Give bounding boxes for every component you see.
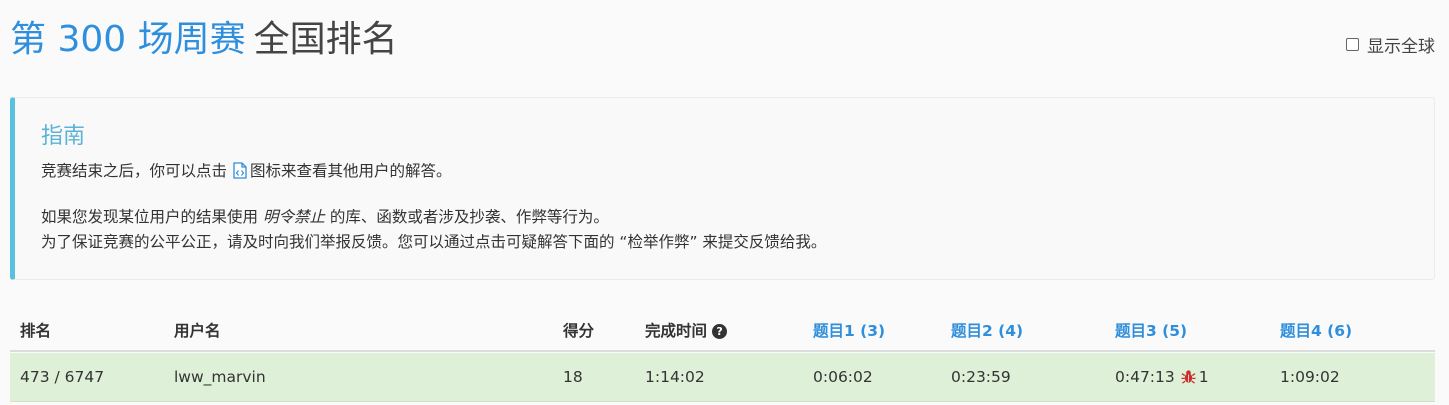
header-score: 得分: [563, 322, 595, 340]
header-rank: 排名: [20, 322, 52, 340]
guide-line-2-after: 的库、函数或者涉及抄袭、作弊等行为。: [329, 208, 609, 226]
row-question-4-time[interactable]: 1:09:02: [1280, 368, 1340, 386]
guide-line-1-before: 竞赛结束之后，你可以点击: [41, 162, 228, 180]
row-question-3: 0:47:13 1: [1115, 368, 1209, 388]
header-finish-time-label: 完成时间: [645, 322, 708, 340]
guide-line-2-before: 如果您发现某位用户的结果使用: [41, 208, 259, 226]
guide-title: 指南: [41, 124, 86, 149]
header-question-2[interactable]: 题目2 (4): [951, 319, 1023, 341]
header-question-3[interactable]: 题目3 (5): [1115, 319, 1187, 341]
guide-line-3: 为了保证竞赛的公平公正，请及时向我们举报反馈。您可以通过点击可疑解答下面的 “检…: [41, 233, 827, 251]
guide-line-2-emphasis: 明令禁止: [262, 208, 325, 226]
page-title: 第 300 场周赛 全国排名: [10, 18, 398, 62]
row-question-1-time[interactable]: 0:06:02: [813, 368, 873, 386]
show-global-checkbox[interactable]: [1346, 38, 1359, 51]
show-global-label: 显示全球: [1367, 37, 1435, 57]
row-username[interactable]: lww_marvin: [174, 368, 266, 386]
header-question-1[interactable]: 题目1 (3): [813, 319, 885, 341]
header-finish-time: 完成时间?: [645, 319, 728, 341]
guide-panel: 指南 竞赛结束之后，你可以点击 图标来查看其他用户的解答。 如果您发现某位用户的结…: [10, 97, 1435, 280]
help-icon[interactable]: ?: [712, 324, 728, 339]
show-global-toggle[interactable]: 显示全球: [1346, 32, 1435, 57]
header-username: 用户名: [174, 322, 221, 340]
guide-line-1-after: 图标来查看其他用户的解答。: [250, 162, 452, 180]
row-question-3-bug-count: 1: [1198, 368, 1209, 386]
page-subtitle: 全国排名: [253, 19, 398, 60]
row-rank: 473 / 6747: [20, 368, 105, 386]
row-question-3-time[interactable]: 0:47:13: [1115, 368, 1175, 386]
guide-line-1: 竞赛结束之后，你可以点击 图标来查看其他用户的解答。: [41, 160, 452, 185]
row-score: 18: [563, 368, 583, 386]
ranking-table-header: 排名 用户名 得分 完成时间? 题目1 (3) 题目2 (4) 题目3 (5) …: [10, 308, 1435, 352]
table-row: 473 / 6747 lww_marvin 18 1:14:02 0:06:02…: [10, 353, 1435, 402]
row-finish-time: 1:14:02: [645, 368, 705, 386]
bug-icon: [1181, 369, 1196, 388]
code-icon: [233, 162, 247, 185]
row-question-2-time[interactable]: 0:23:59: [951, 368, 1011, 386]
header-question-4[interactable]: 题目4 (6): [1280, 319, 1352, 341]
contest-title-link[interactable]: 第 300 场周赛: [10, 19, 246, 60]
guide-line-2: 如果您发现某位用户的结果使用 明令禁止 的库、函数或者涉及抄袭、作弊等行为。: [41, 206, 609, 228]
